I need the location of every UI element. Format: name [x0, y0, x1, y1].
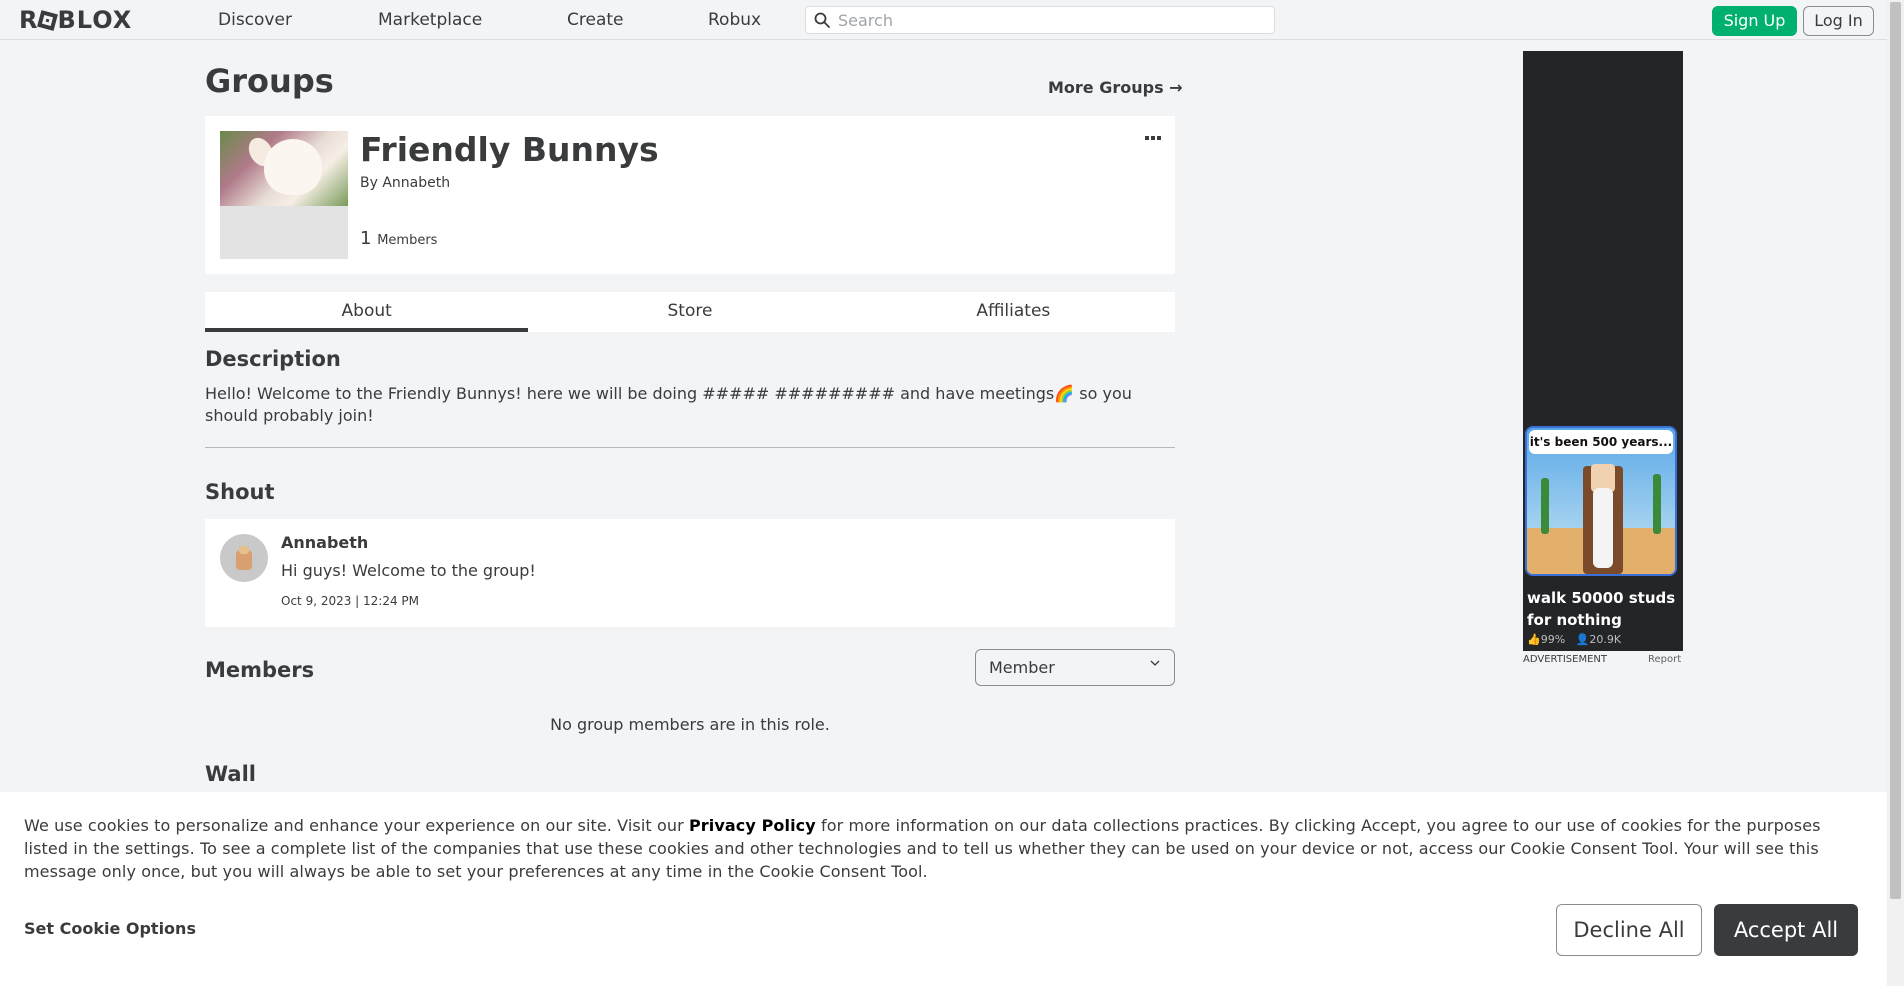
shout-card: Annabeth Hi guys! Welcome to the group! … [205, 519, 1175, 627]
log-in-button[interactable]: Log In [1803, 6, 1874, 36]
roblox-logo[interactable]: R BLOX [19, 8, 132, 32]
tab-about[interactable]: About [205, 292, 529, 332]
scrollbar-thumb[interactable] [1890, 2, 1901, 899]
members-heading: Members [205, 658, 315, 682]
shout-body: Hi guys! Welcome to the group! [281, 561, 536, 580]
cookie-text: We use cookies to personalize and enhanc… [24, 814, 1864, 883]
description-text: Hello! Welcome to the Friendly Bunnys! h… [205, 384, 1132, 425]
role-dropdown[interactable]: Member [975, 649, 1175, 686]
ad-stats: 👍99% 👤20.9K [1527, 633, 1621, 646]
chevron-down-icon [1150, 660, 1160, 666]
group-owner-link[interactable]: Annabeth [382, 175, 450, 191]
member-count-label: Members [377, 233, 438, 248]
group-emblem-image [220, 131, 348, 259]
nav-marketplace[interactable]: Marketplace [378, 10, 482, 30]
nav-robux[interactable]: Robux [708, 10, 761, 30]
ad-title[interactable]: walk 50000 studs for nothing [1527, 587, 1681, 631]
group-name: Friendly Bunnys [360, 130, 659, 169]
more-groups-link[interactable]: More Groups → [1048, 78, 1183, 97]
privacy-policy-link[interactable]: Privacy Policy [689, 816, 816, 835]
ad-rating: 99% [1540, 633, 1566, 646]
sign-up-button[interactable]: Sign Up [1712, 6, 1797, 36]
member-count-value: 1 [360, 228, 372, 249]
search-box[interactable] [805, 6, 1275, 34]
ad-players: 20.9K [1589, 633, 1622, 646]
member-count: 1 Members [360, 228, 437, 249]
no-members-message: No group members are in this role. [550, 715, 830, 734]
divider [205, 447, 1175, 448]
shout-heading: Shout [205, 480, 275, 504]
cookie-text-before: We use cookies to personalize and enhanc… [24, 816, 689, 835]
tab-affiliates[interactable]: Affiliates [852, 292, 1175, 332]
thumbs-up-icon: 👍 [1527, 633, 1541, 646]
set-cookie-options-link[interactable]: Set Cookie Options [24, 919, 196, 938]
ad-speech-bubble: it's been 500 years... [1529, 430, 1673, 454]
description-heading: Description [205, 347, 341, 371]
group-tabs: About Store Affiliates [205, 292, 1175, 332]
role-selected-value: Member [989, 658, 1055, 677]
player-icon: 👤 [1575, 633, 1590, 646]
group-header-card: Friendly Bunnys By Annabeth 1 Members [205, 116, 1175, 274]
nav-create[interactable]: Create [567, 10, 624, 30]
tab-store[interactable]: Store [528, 292, 851, 332]
ellipsis-icon[interactable] [1145, 133, 1161, 141]
by-label: By [360, 175, 378, 191]
ad-creative-image[interactable]: it's been 500 years... [1525, 426, 1677, 576]
nav-discover[interactable]: Discover [218, 10, 292, 30]
decline-all-button[interactable]: Decline All [1556, 904, 1702, 956]
accept-all-button[interactable]: Accept All [1714, 904, 1858, 956]
advertisement[interactable]: it's been 500 years... walk 50000 studs … [1523, 51, 1683, 651]
ad-label: ADVERTISEMENT [1523, 654, 1608, 665]
search-icon [814, 12, 830, 28]
shout-username[interactable]: Annabeth [281, 533, 368, 552]
group-owner-line: By Annabeth [360, 175, 450, 191]
top-nav-bar: R BLOX Discover Marketplace Create Robux … [0, 0, 1887, 40]
avatar[interactable] [220, 534, 268, 582]
page-title: Groups [205, 62, 334, 100]
search-input[interactable] [838, 9, 1258, 31]
wall-heading: Wall [205, 762, 256, 786]
shout-timestamp: Oct 9, 2023 | 12:24 PM [281, 594, 420, 608]
ad-report-link[interactable]: Report [1648, 654, 1681, 665]
cookie-banner: We use cookies to personalize and enhanc… [0, 792, 1887, 986]
page-scrollbar[interactable] [1887, 0, 1904, 986]
